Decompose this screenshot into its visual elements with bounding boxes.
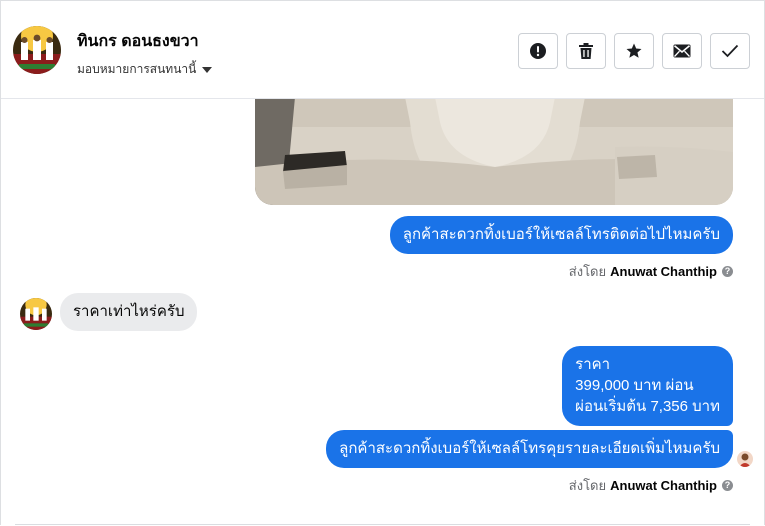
mark-spam-button[interactable] bbox=[518, 33, 558, 69]
assign-conversation-dropdown[interactable]: มอบหมายการสนทนานี้ bbox=[77, 60, 213, 79]
header-actions bbox=[518, 33, 750, 69]
help-icon[interactable]: ? bbox=[722, 266, 733, 277]
assign-label: มอบหมายการสนทนานี้ bbox=[77, 62, 197, 76]
message-thread[interactable]: ลูกค้าสะดวกทิ้งเบอร์ให้เซลล์โทรติดต่อไปไ… bbox=[1, 97, 764, 525]
message-text: ลูกค้าสะดวกทิ้งเบอร์ให้เซลล์โทรคุยรายละเ… bbox=[339, 440, 720, 457]
star-button[interactable] bbox=[614, 33, 654, 69]
delete-button[interactable] bbox=[566, 33, 606, 69]
checkmark-icon bbox=[721, 44, 739, 58]
outgoing-price-message[interactable]: ราคา 399,000 บาท ผ่อน ผ่อนเริ่มต้น 7,356… bbox=[562, 346, 733, 426]
star-icon bbox=[626, 43, 642, 58]
car-interior-photo[interactable] bbox=[255, 97, 733, 205]
contact-name: ทินกร ดอนธงขวา bbox=[77, 33, 199, 50]
message-text: ราคาเท่าไหร่ครับ bbox=[73, 303, 185, 320]
message-text: ลูกค้าสะดวกทิ้งเบอร์ให้เซลล์โทรติดต่อไปไ… bbox=[402, 226, 720, 243]
price-line: 399,000 บาท ผ่อน bbox=[575, 377, 694, 394]
read-receipt-avatar bbox=[737, 451, 753, 467]
sender-name: Anuwat Chanthip bbox=[610, 478, 717, 493]
help-icon[interactable]: ? bbox=[722, 480, 733, 491]
outgoing-message[interactable]: ลูกค้าสะดวกทิ้งเบอร์ให้เซลล์โทรคุยรายละเ… bbox=[326, 430, 733, 468]
trash-icon bbox=[579, 43, 593, 59]
caret-down-icon bbox=[202, 66, 213, 73]
sent-by-label: ส่งโดย Anuwat Chanthip ? bbox=[569, 261, 733, 282]
divider bbox=[15, 524, 750, 525]
mark-unread-button[interactable] bbox=[662, 33, 702, 69]
envelope-icon bbox=[673, 44, 691, 58]
contact-avatar[interactable] bbox=[13, 26, 61, 74]
outgoing-message[interactable]: ลูกค้าสะดวกทิ้งเบอร์ให้เซลล์โทรติดต่อไปไ… bbox=[389, 216, 733, 254]
sent-by-prefix: ส่งโดย bbox=[568, 264, 607, 279]
exclamation-circle-icon bbox=[530, 43, 546, 59]
price-line: ราคา bbox=[575, 356, 611, 373]
price-line: ผ่อนเริ่มต้น 7,356 บาท bbox=[575, 398, 720, 415]
sent-by-prefix: ส่งโดย bbox=[568, 478, 607, 493]
conversation-header: ทินกร ดอนธงขวา มอบหมายการสนทนานี้ bbox=[1, 1, 764, 99]
mark-done-button[interactable] bbox=[710, 33, 750, 69]
sender-name: Anuwat Chanthip bbox=[610, 264, 717, 279]
sent-by-label: ส่งโดย Anuwat Chanthip ? bbox=[569, 475, 733, 496]
conversation-panel: ทินกร ดอนธงขวา มอบหมายการสนทนานี้ ลูกค้า… bbox=[0, 0, 765, 525]
incoming-message[interactable]: ราคาเท่าไหร่ครับ bbox=[60, 293, 198, 331]
contact-avatar-small[interactable] bbox=[20, 298, 52, 330]
